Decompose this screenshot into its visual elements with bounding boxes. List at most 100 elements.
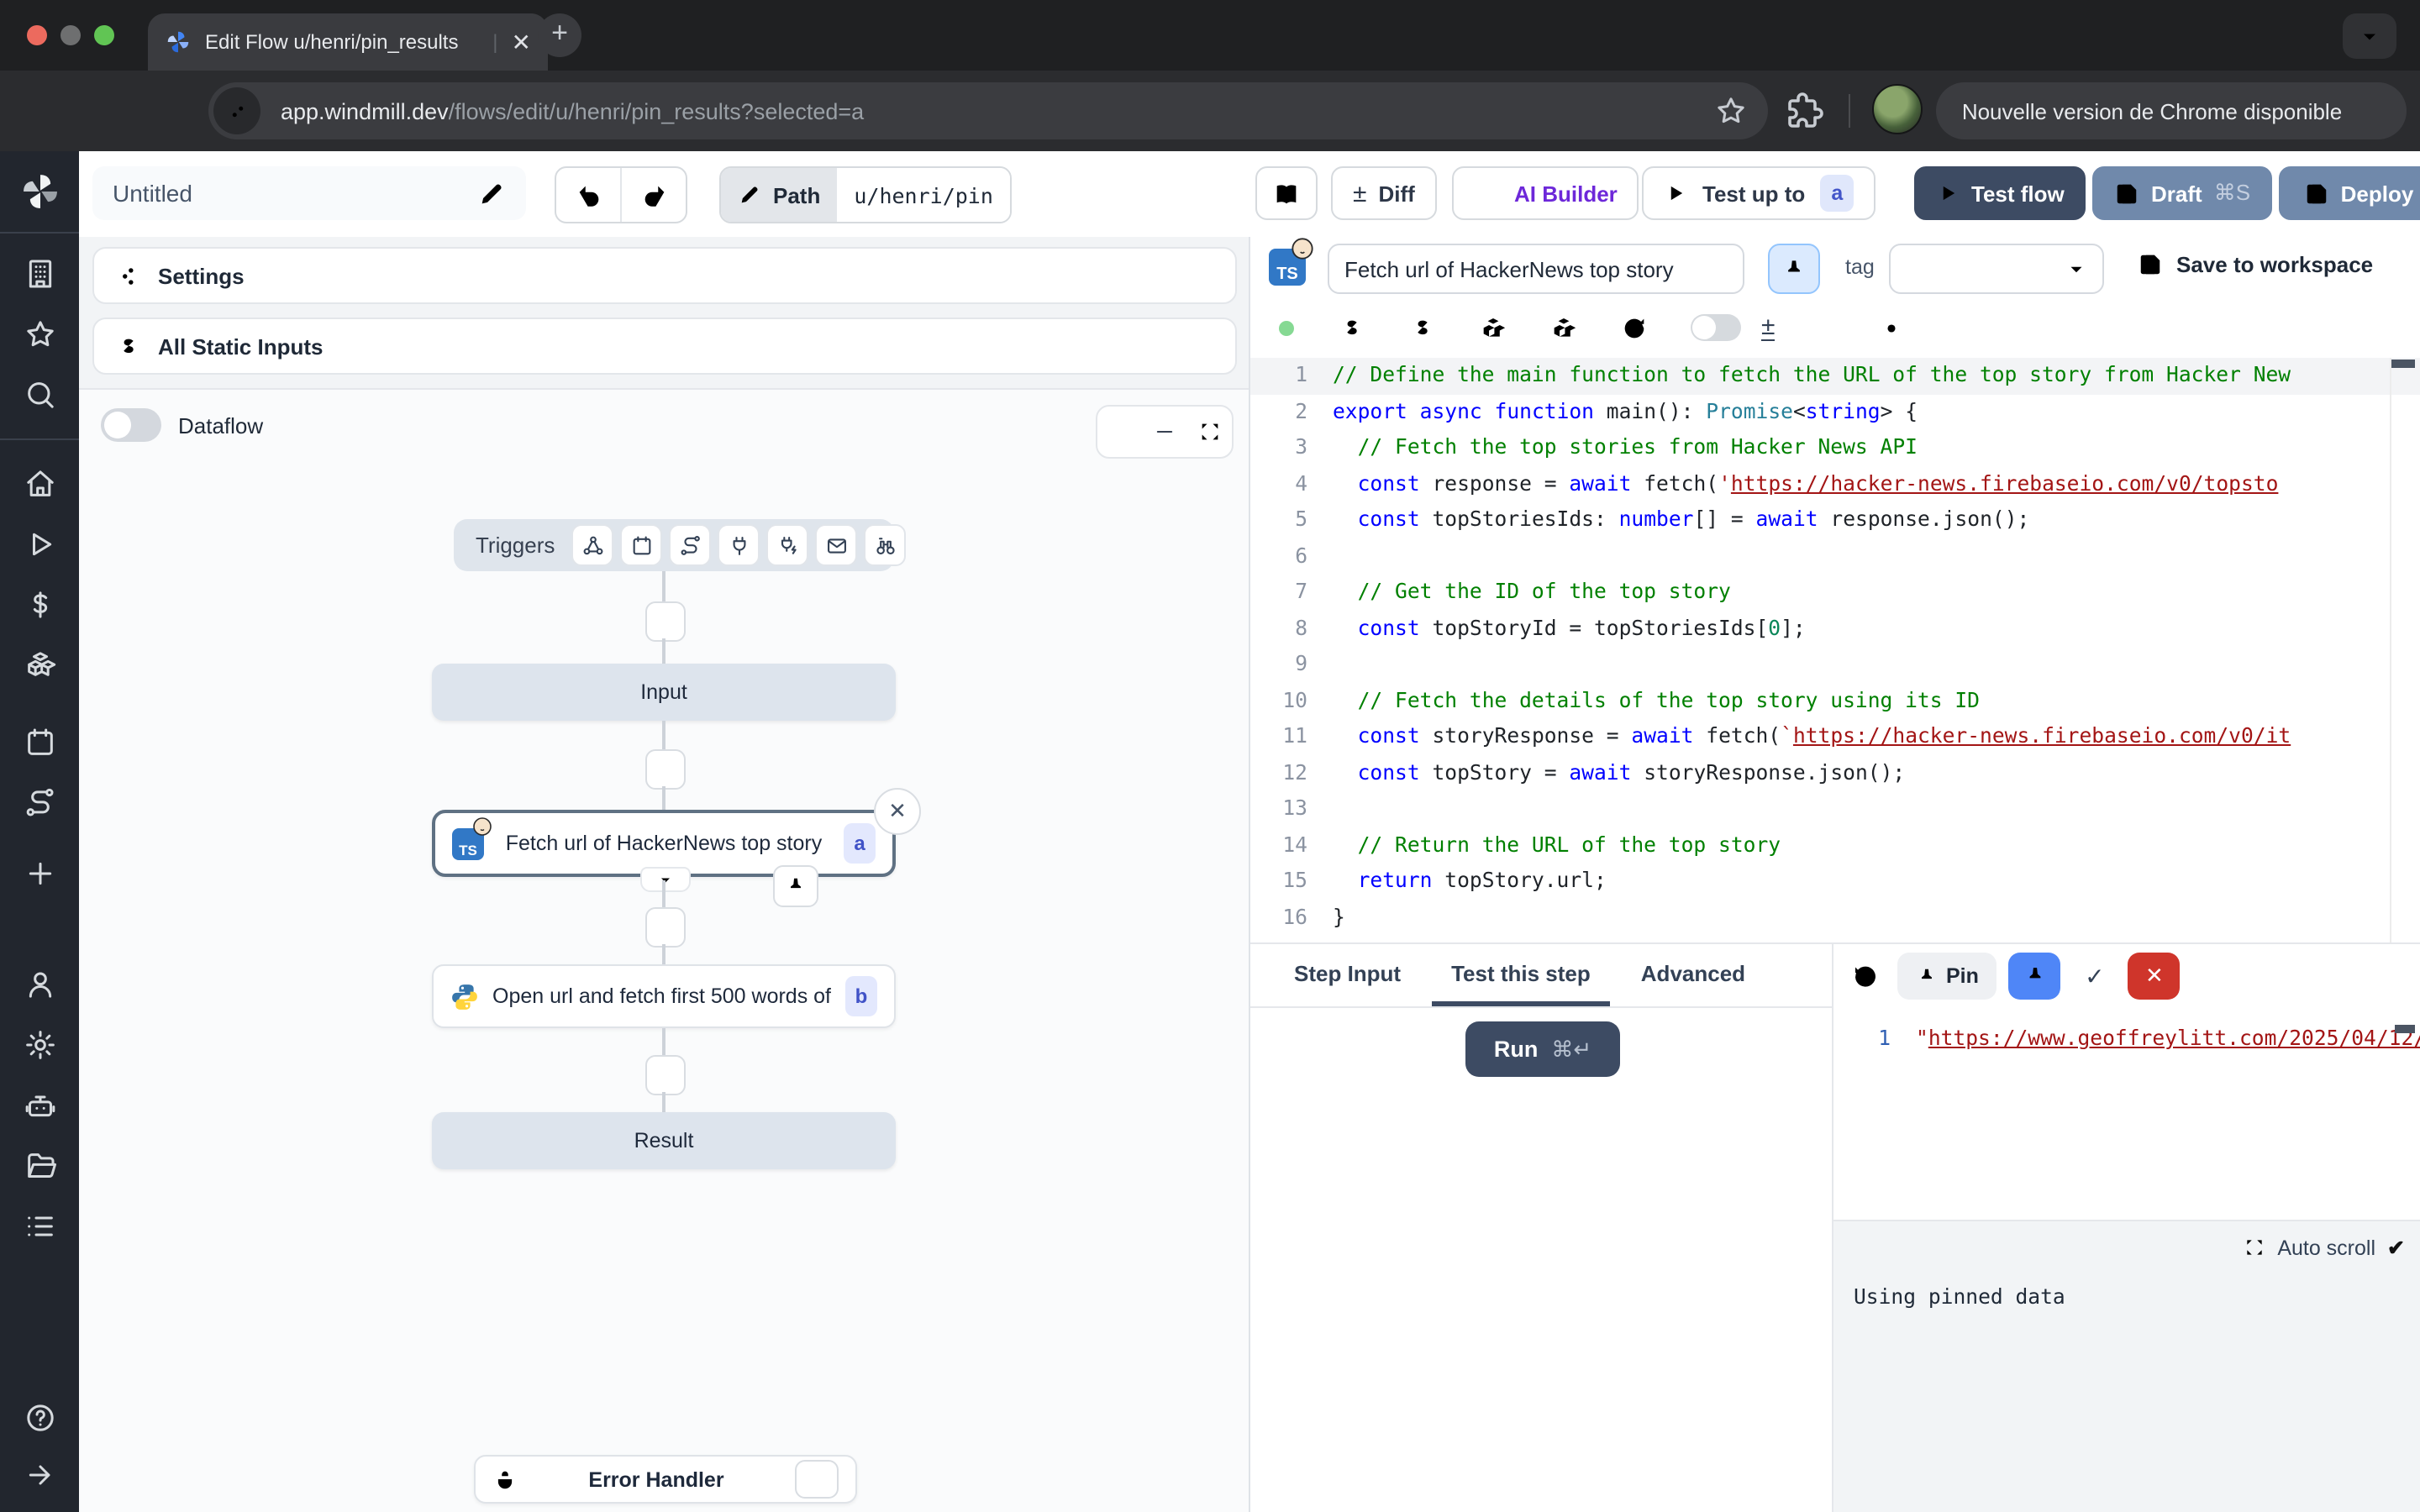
zoom-window-button[interactable]: [94, 25, 114, 45]
ai-builder-button[interactable]: AI Builder: [1452, 166, 1639, 220]
variables-icon[interactable]: [1338, 313, 1366, 342]
flow-canvas[interactable]: Dataflow Triggers Input: [79, 388, 1250, 1512]
ai-wand-icon[interactable]: [1812, 313, 1840, 342]
resources-icon[interactable]: [1408, 313, 1437, 342]
close-window-button[interactable]: [27, 25, 47, 45]
code-line[interactable]: 7 // Get the ID of the top story: [1250, 575, 2420, 611]
save-to-workspace-button[interactable]: Save to workspace: [2138, 252, 2373, 277]
confirm-pin-button[interactable]: ✓: [2073, 953, 2117, 1000]
sidebar-item-variables[interactable]: [23, 588, 56, 622]
insert-step-button[interactable]: [645, 749, 686, 790]
auto-scroll-control[interactable]: Auto scroll ✔: [2244, 1235, 2405, 1260]
windmill-logo[interactable]: [18, 170, 61, 213]
bookmark-star-icon[interactable]: [1714, 94, 1748, 128]
code-line[interactable]: 10 // Fetch the details of the top story…: [1250, 683, 2420, 719]
pinned-value-editor[interactable]: 1"https://www.geoffreylitt.com/2025/04/1…: [1833, 1021, 2420, 1220]
diff-button[interactable]: ± Diff: [1331, 166, 1437, 220]
step-title-input[interactable]: Fetch url of HackerNews top story: [1328, 244, 1744, 294]
input-node[interactable]: Input: [432, 664, 896, 721]
sidebar-item-resources[interactable]: [23, 648, 56, 682]
library-icon[interactable]: [2365, 313, 2393, 342]
package-icon[interactable]: [1479, 313, 1507, 342]
sidebar-item-user[interactable]: [23, 968, 56, 1001]
insert-step-button[interactable]: [645, 907, 686, 948]
sidebar-item-schedules[interactable]: [23, 726, 56, 759]
trigger-poll-button[interactable]: [864, 524, 906, 566]
reset-icon[interactable]: [1620, 313, 1649, 342]
insert-step-button[interactable]: [645, 1055, 686, 1095]
extensions-icon[interactable]: [1785, 91, 1825, 131]
code-line[interactable]: 11 const storyResponse = await fetch(`ht…: [1250, 719, 2420, 755]
sidebar-item-settings[interactable]: [23, 1028, 56, 1062]
test-up-to-button[interactable]: Test up to a: [1642, 166, 1876, 220]
deploy-button[interactable]: Deploy: [2279, 166, 2420, 220]
browser-tab[interactable]: Edit Flow u/henri/pin_results | ✕: [148, 13, 548, 71]
tag-select[interactable]: [1889, 244, 2104, 294]
code-line[interactable]: 5 const topStoriesIds: number[] = await …: [1250, 502, 2420, 538]
code-line[interactable]: 14 // Return the URL of the top story: [1250, 827, 2420, 864]
sidebar-item-collapse[interactable]: [23, 1458, 56, 1492]
new-tab-button[interactable]: +: [538, 13, 581, 57]
code-line[interactable]: 15 return topStory.url;: [1250, 864, 2420, 900]
docs-button[interactable]: [1255, 166, 1318, 220]
undo-button[interactable]: [556, 168, 622, 222]
path-group[interactable]: Path u/henri/pin: [719, 166, 1012, 223]
result-node[interactable]: Result: [432, 1112, 896, 1169]
site-info-icon[interactable]: [213, 87, 260, 134]
sidebar-item-runs[interactable]: [23, 528, 56, 561]
sidebar-item-workers[interactable]: [23, 1089, 56, 1122]
triggers-node[interactable]: Triggers: [454, 519, 894, 571]
node-pin-button[interactable]: [773, 865, 818, 907]
history-icon[interactable]: [1850, 961, 1881, 991]
add-error-handler-button[interactable]: [795, 1460, 839, 1499]
code-line[interactable]: 13: [1250, 791, 2420, 827]
redo-button[interactable]: [622, 168, 686, 222]
sidebar-item-logs[interactable]: [23, 1210, 56, 1243]
clear-pin-button[interactable]: ✕: [2128, 953, 2181, 1000]
code-line[interactable]: 16}: [1250, 900, 2420, 936]
test-flow-button[interactable]: Test flow: [1914, 166, 2086, 220]
collapse-node-chevron[interactable]: [640, 867, 691, 892]
all-static-inputs-button[interactable]: All Static Inputs: [92, 318, 1237, 375]
more-options-kebab-icon[interactable]: [1192, 180, 1220, 208]
pinned-active-button[interactable]: [2009, 953, 2061, 1000]
trigger-webhook-button[interactable]: [571, 524, 613, 566]
tab-test-this-step[interactable]: Test this step: [1431, 944, 1611, 1006]
tab-close-icon[interactable]: ✕: [512, 30, 531, 54]
dataflow-toggle[interactable]: [101, 408, 161, 442]
zoom-in-icon[interactable]: [1108, 420, 1132, 444]
fit-view-icon[interactable]: [1197, 420, 1221, 444]
code-editor[interactable]: 1// Define the main function to fetch th…: [1250, 358, 2420, 942]
address-bar[interactable]: app.windmill.dev/flows/edit/u/henri/pin_…: [208, 82, 1768, 139]
browser-menu-icon[interactable]: [2355, 98, 2381, 123]
error-handler-node[interactable]: Error Handler: [474, 1455, 857, 1504]
sidebar-item-favorites[interactable]: [23, 318, 56, 351]
code-line[interactable]: 6: [1250, 538, 2420, 575]
sidebar-item-folders[interactable]: [23, 1149, 56, 1183]
code-line[interactable]: 8 const topStoryId = topStoriesIds[0];: [1250, 611, 2420, 647]
chrome-update-button[interactable]: Nouvelle version de Chrome disponible: [1936, 82, 2407, 139]
sidebar-item-routes[interactable]: [23, 786, 56, 820]
insert-step-button[interactable]: [645, 601, 686, 642]
sidebar-item-workspace[interactable]: [23, 257, 56, 291]
minimize-window-button[interactable]: [60, 25, 81, 45]
edit-name-pencil-icon[interactable]: [477, 179, 506, 207]
minimap-handle[interactable]: [2391, 360, 2415, 368]
package-icon[interactable]: [1549, 313, 1578, 342]
code-line[interactable]: 1// Define the main function to fetch th…: [1250, 358, 2420, 394]
draft-button[interactable]: Draft ⌘S: [2092, 166, 2272, 220]
code-line[interactable]: 4 const response = await fetch('https://…: [1250, 466, 2420, 502]
trigger-websocket-button[interactable]: [718, 524, 760, 566]
editor-toggle[interactable]: [1691, 314, 1741, 341]
step-b-node[interactable]: Open url and fetch first 500 words of ..…: [432, 964, 896, 1028]
trigger-route-button[interactable]: [669, 524, 711, 566]
remove-step-button[interactable]: ✕: [874, 788, 921, 835]
pin-toggle-button[interactable]: Pin: [1897, 953, 1997, 1000]
flow-name-field[interactable]: Untitled: [92, 166, 526, 220]
editor-settings-gear-icon[interactable]: [1877, 313, 1906, 342]
diff-mode-icon[interactable]: ±: [1761, 315, 1775, 340]
flow-settings-button[interactable]: Settings: [92, 247, 1237, 304]
tab-step-input[interactable]: Step Input: [1274, 944, 1421, 1006]
sidebar-item-add[interactable]: [23, 857, 56, 890]
code-line[interactable]: 9: [1250, 647, 2420, 683]
